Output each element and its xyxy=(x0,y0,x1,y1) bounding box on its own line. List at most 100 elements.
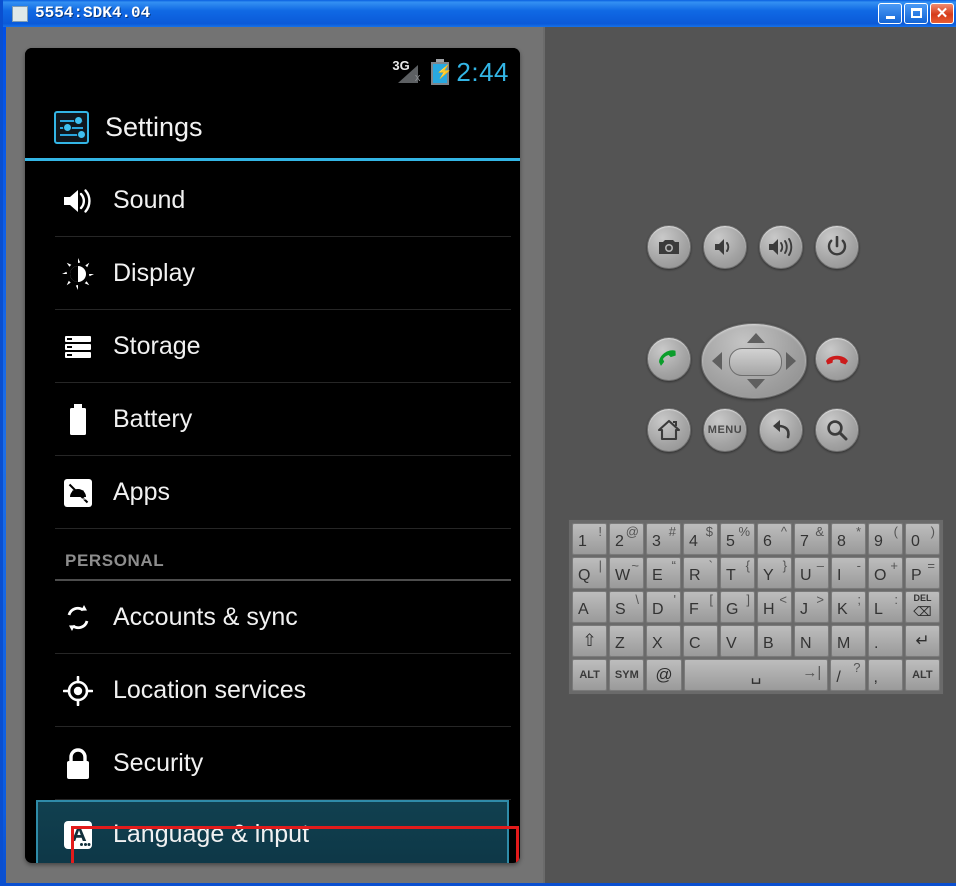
settings-item-apps[interactable]: Apps xyxy=(25,456,520,529)
dpad-center-button[interactable] xyxy=(729,348,782,376)
key-i[interactable]: I- xyxy=(831,557,866,589)
settings-item-sound[interactable]: Sound xyxy=(25,164,520,237)
key-alt[interactable]: ALT xyxy=(572,659,608,691)
home-button[interactable] xyxy=(647,408,691,452)
key-5[interactable]: 5% xyxy=(720,523,755,555)
back-button[interactable] xyxy=(759,408,803,452)
key-9[interactable]: 9( xyxy=(868,523,903,555)
settings-item-label: Accounts & sync xyxy=(113,603,298,631)
lock-icon xyxy=(55,747,101,780)
key-z[interactable]: Z xyxy=(609,625,644,657)
dpad[interactable] xyxy=(701,323,807,399)
key-q[interactable]: Q | xyxy=(572,557,607,589)
battery-charging-icon: ⚡ xyxy=(431,59,453,85)
key-g[interactable]: G] xyxy=(720,591,755,623)
key-b[interactable]: B xyxy=(757,625,792,657)
key-d[interactable]: D ' xyxy=(646,591,681,623)
settings-item-display[interactable]: Display xyxy=(25,237,520,310)
camera-icon xyxy=(659,240,679,254)
key-x[interactable]: X xyxy=(646,625,681,657)
window-titlebar[interactable]: 5554:SDK4.04 ✕ xyxy=(3,0,956,27)
menu-button[interactable]: MENU xyxy=(703,408,747,452)
key-k[interactable]: K; xyxy=(831,591,866,623)
window-title: 5554:SDK4.04 xyxy=(35,4,151,22)
emulator-client-area: 3G x ⚡ 2:44 Settings Sound Display Stora… xyxy=(6,27,956,883)
brightness-icon xyxy=(55,257,101,290)
key-alt[interactable]: ALT xyxy=(904,659,940,691)
phone-red-icon xyxy=(826,355,848,365)
search-icon xyxy=(827,420,848,441)
key-4[interactable]: 4 $ xyxy=(683,523,718,555)
close-button[interactable]: ✕ xyxy=(930,3,954,24)
key-l[interactable]: L: xyxy=(868,591,903,623)
settings-item-battery[interactable]: Battery xyxy=(25,383,520,456)
key-enter[interactable]: ↵ xyxy=(905,625,940,657)
key-at[interactable]: @ xyxy=(646,659,682,691)
dpad-down-arrow-icon[interactable] xyxy=(747,379,765,389)
key-/[interactable]: /? xyxy=(830,659,866,691)
settings-item-storage[interactable]: Storage xyxy=(25,310,520,383)
volume-icon xyxy=(55,187,101,215)
signal-3g-icon: 3G x xyxy=(392,58,424,85)
key-6[interactable]: 6 ^ xyxy=(757,523,792,555)
dpad-up-arrow-icon[interactable] xyxy=(747,333,765,343)
settings-item-label: Storage xyxy=(113,332,201,360)
emulator-keyboard[interactable]: 1! 2 @3 #4 $5% 6 ^ 7 & 8 * 9(0) Q | W ~ E “R ` T{Y} U – I - O + P =… xyxy=(568,519,944,695)
call-button[interactable] xyxy=(647,337,691,381)
phone-screen: 3G x ⚡ 2:44 Settings Sound Display Stora… xyxy=(25,48,520,863)
key-u[interactable]: U – xyxy=(794,557,829,589)
key-j[interactable]: J > xyxy=(794,591,829,623)
android-status-bar: 3G x ⚡ 2:44 xyxy=(25,48,520,96)
key-n[interactable]: N xyxy=(794,625,829,657)
minimize-button[interactable] xyxy=(878,3,902,24)
key-f[interactable]: F[ xyxy=(683,591,718,623)
settings-item-label: Battery xyxy=(113,405,193,433)
key-0[interactable]: 0) xyxy=(905,523,940,555)
key-shift[interactable]: ⇧ xyxy=(572,625,607,657)
settings-item-language-input[interactable]: Language & input xyxy=(36,800,509,863)
key-h[interactable]: H < xyxy=(757,591,792,623)
maximize-button[interactable] xyxy=(904,3,928,24)
volume-down-button[interactable] xyxy=(703,225,747,269)
key-c[interactable]: C xyxy=(683,625,718,657)
status-bar-clock: 2:44 xyxy=(456,56,509,87)
close-icon: ✕ xyxy=(935,5,949,22)
settings-item-label: Apps xyxy=(113,478,170,506)
settings-item-label: Language & input xyxy=(113,820,310,848)
key-s[interactable]: S \ xyxy=(609,591,644,623)
key-t[interactable]: T{ xyxy=(720,557,755,589)
key-a[interactable]: A xyxy=(572,591,607,623)
key-sym[interactable]: SYM xyxy=(609,659,645,691)
key-7[interactable]: 7 & xyxy=(794,523,829,555)
key-8[interactable]: 8 * xyxy=(831,523,866,555)
settings-item-accounts-sync[interactable]: Accounts & sync xyxy=(25,581,520,654)
key-r[interactable]: R ` xyxy=(683,557,718,589)
key-y[interactable]: Y} xyxy=(757,557,792,589)
settings-item-location-services[interactable]: Location services xyxy=(25,654,520,727)
key-,[interactable]: , xyxy=(867,659,903,691)
key-p[interactable]: P = xyxy=(905,557,940,589)
key-delete[interactable]: DEL ⌫ xyxy=(905,591,940,623)
key-1[interactable]: 1! xyxy=(572,523,607,555)
menu-button-label: MENU xyxy=(707,424,743,436)
dpad-left-arrow-icon[interactable] xyxy=(712,352,722,370)
key-2[interactable]: 2 @ xyxy=(609,523,644,555)
phone-green-icon xyxy=(659,350,676,366)
language-a-icon xyxy=(55,819,101,851)
key-.[interactable]: . xyxy=(868,625,903,657)
key-space[interactable]: ␣ →| xyxy=(683,659,829,691)
key-m[interactable]: M xyxy=(831,625,866,657)
end-call-button[interactable] xyxy=(815,337,859,381)
power-button[interactable] xyxy=(815,225,859,269)
key-o[interactable]: O + xyxy=(868,557,903,589)
search-button[interactable] xyxy=(815,408,859,452)
key-3[interactable]: 3 # xyxy=(646,523,681,555)
sync-icon xyxy=(55,603,101,633)
settings-item-security[interactable]: Security xyxy=(25,727,520,800)
volume-up-button[interactable] xyxy=(759,225,803,269)
key-e[interactable]: E “ xyxy=(646,557,681,589)
key-w[interactable]: W ~ xyxy=(609,557,644,589)
key-v[interactable]: V xyxy=(720,625,755,657)
dpad-right-arrow-icon[interactable] xyxy=(786,352,796,370)
camera-button[interactable] xyxy=(647,225,691,269)
